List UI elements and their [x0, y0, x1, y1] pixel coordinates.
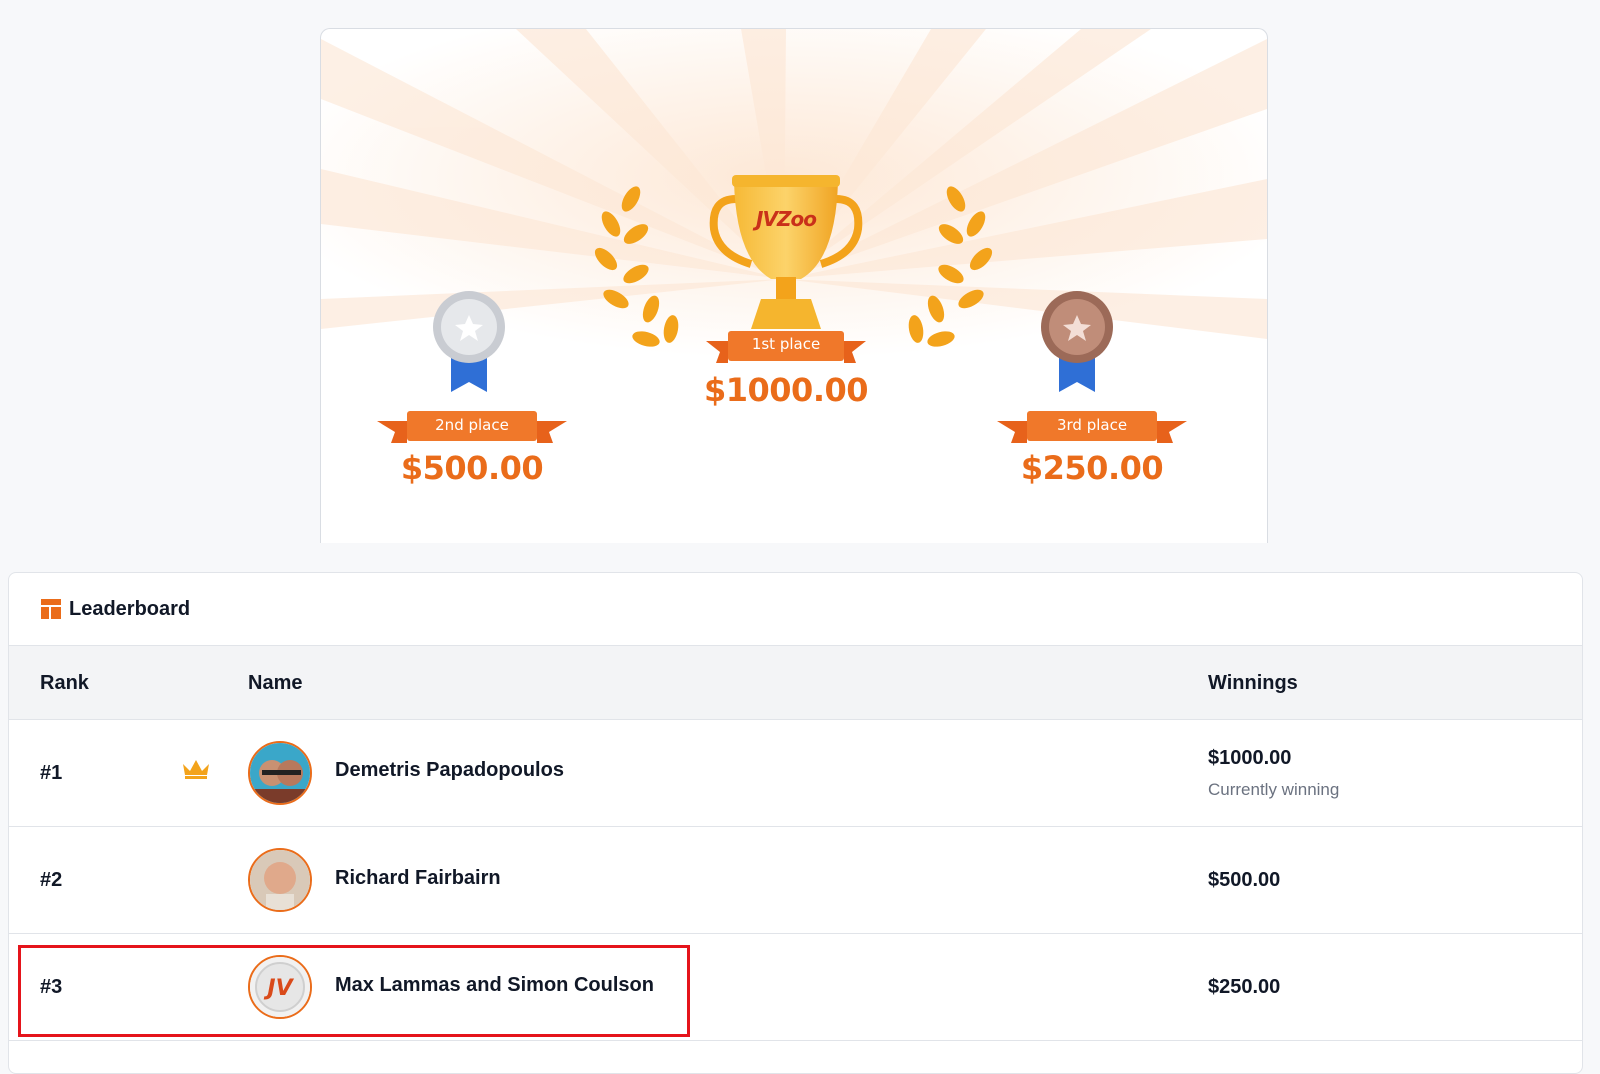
avatar — [248, 848, 312, 912]
column-name: Name — [248, 672, 303, 694]
laurel-right-icon — [908, 186, 993, 347]
laurel-left-icon — [594, 186, 679, 347]
third-place-label: 3rd place — [1056, 416, 1128, 434]
table-row[interactable]: #2 Richard Fairbairn $500.00 — [9, 827, 1582, 934]
table-row[interactable]: #3 JV Max Lammas and Simon Coulson $250.… — [9, 934, 1582, 1041]
row-rank: #2 — [40, 869, 63, 891]
column-rank: Rank — [40, 672, 89, 694]
row-rank: #3 — [40, 976, 63, 998]
second-place-amount: $500.00 — [400, 449, 544, 487]
avatar: JV — [248, 955, 312, 1019]
second-place-label: 2nd place — [435, 416, 509, 434]
layout-icon — [41, 599, 61, 619]
third-place-amount: $250.00 — [1020, 449, 1164, 487]
row-name: Max Lammas and Simon Coulson — [335, 974, 654, 996]
bronze-medal-icon — [1041, 291, 1113, 392]
table-row[interactable]: #1 Demetris Papadopoulos $1000.00 Curren… — [9, 720, 1582, 827]
row-winnings: $1000.00 — [1208, 747, 1292, 769]
row-status: Currently winning — [1208, 780, 1340, 799]
row-winnings: $250.00 — [1208, 976, 1281, 998]
trophy-icon — [709, 175, 863, 329]
prize-banner: JVZoo 1st place $1000.00 2nd place $500.… — [320, 28, 1268, 543]
row-winnings: $500.00 — [1208, 869, 1281, 891]
row-name: Demetris Papadopoulos — [335, 759, 564, 781]
row-name: Richard Fairbairn — [335, 867, 501, 889]
trophy-logo: JVZoo — [756, 207, 817, 231]
column-winnings: Winnings — [1208, 672, 1298, 694]
svg-text:JV: JV — [263, 976, 294, 1001]
first-place-label: 1st place — [751, 335, 821, 353]
silver-medal-icon — [433, 291, 505, 392]
leaderboard-card: Leaderboard Rank Name Winnings #1 Demetr… — [8, 572, 1583, 1074]
table-header: Rank Name Winnings — [9, 646, 1582, 720]
leaderboard-header: Leaderboard — [9, 573, 1582, 646]
first-place-amount: $1000.00 — [703, 371, 869, 409]
avatar — [248, 741, 312, 805]
row-rank: #1 — [40, 762, 63, 784]
leaderboard-title: Leaderboard — [69, 597, 191, 620]
crown-icon — [183, 760, 209, 779]
